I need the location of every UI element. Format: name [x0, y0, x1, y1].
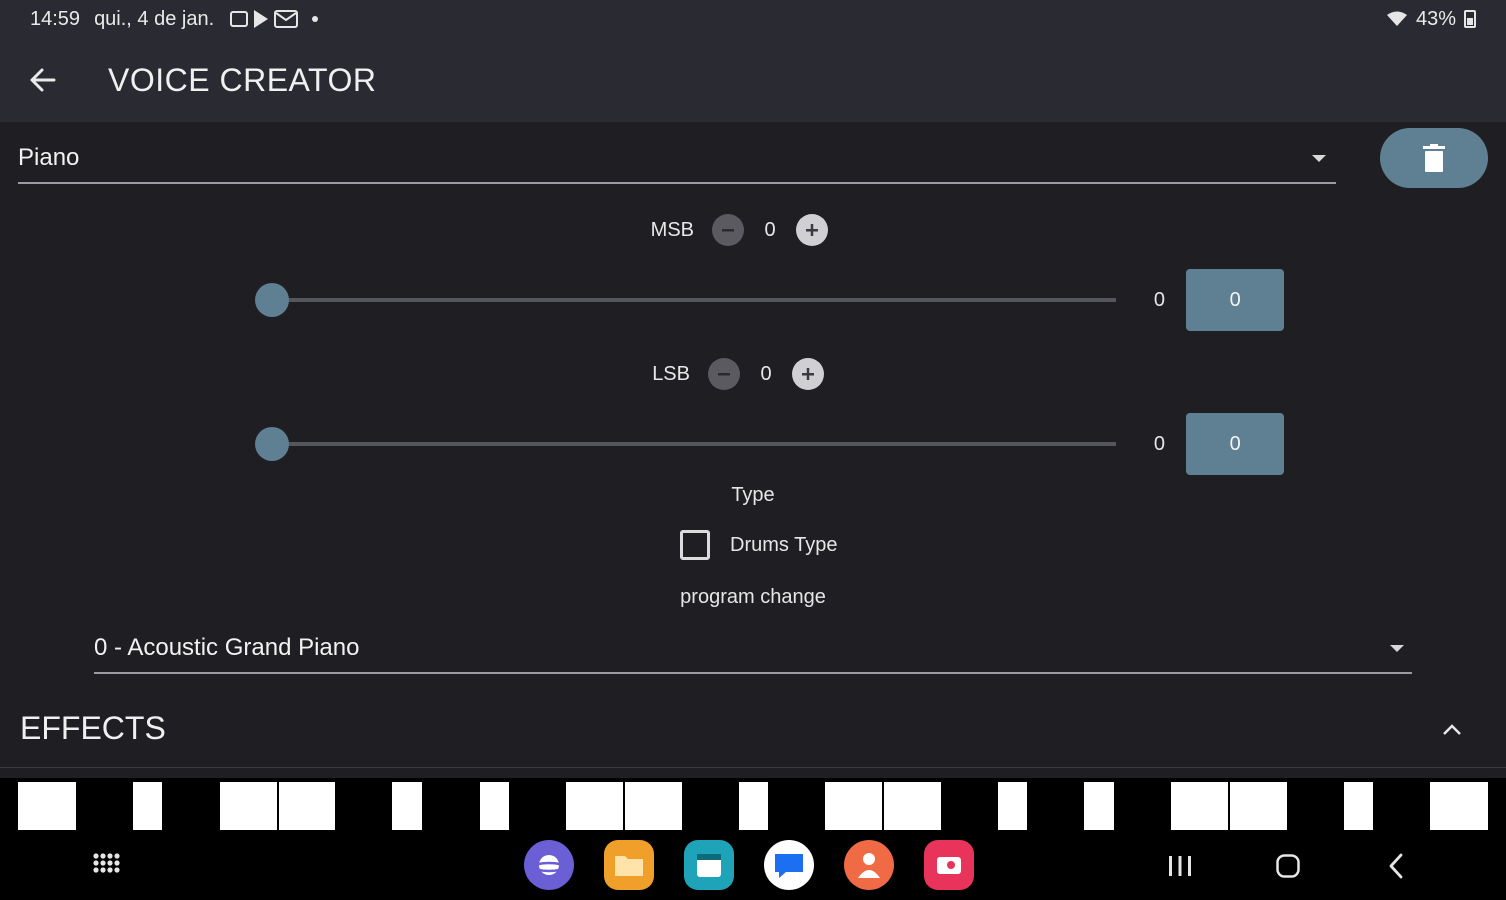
program-select-value: 0 - Acoustic Grand Piano [94, 634, 360, 661]
program-change-label: program change [680, 586, 826, 608]
app-drawer-button[interactable] [86, 846, 126, 886]
msb-value: 0 [764, 218, 776, 241]
play-notification-icon [254, 10, 269, 28]
piano-key[interactable] [739, 782, 768, 830]
internet-app-icon[interactable] [524, 840, 574, 890]
plus-icon [802, 368, 814, 380]
voice-select-value: Piano [18, 144, 80, 171]
trash-icon [1423, 144, 1445, 172]
recents-icon [1169, 856, 1191, 876]
battery-icon [1464, 10, 1476, 28]
grid-icon [93, 853, 120, 873]
chevron-down-icon [1312, 154, 1326, 162]
home-icon [1276, 854, 1300, 878]
piano-key[interactable] [392, 782, 422, 830]
piano-key[interactable] [279, 782, 335, 830]
effects-title: EFFECTS [20, 710, 166, 746]
battery-percent: 43% [1415, 7, 1456, 30]
minus-icon [722, 229, 734, 232]
type-label: Type [731, 484, 775, 506]
screen-recorder-app-icon[interactable] [924, 840, 974, 890]
lsb-input[interactable]: 0 [1186, 413, 1284, 475]
lsb-slider-value: 0 [1153, 432, 1165, 455]
plus-icon [806, 224, 818, 236]
lsb-slider[interactable] [255, 427, 1117, 461]
chevron-up-icon [1443, 723, 1461, 735]
drums-type-checkbox-row[interactable]: Drums Type [680, 530, 837, 560]
mail-notification-icon [274, 10, 299, 28]
piano-key[interactable] [625, 782, 682, 830]
lsb-slider-thumb[interactable] [255, 427, 289, 461]
drums-type-label: Drums Type [730, 533, 838, 556]
folder-icon [615, 856, 643, 876]
program-select[interactable]: 0 - Acoustic Grand Piano [94, 624, 1412, 674]
planet-icon [533, 855, 565, 875]
msb-label: MSB [650, 218, 694, 241]
status-bar: 14:59 qui., 4 de jan. 43% [0, 0, 1506, 38]
voice-select[interactable]: Piano [18, 134, 1336, 184]
page-title: VOICE CREATOR [108, 61, 377, 98]
image-notification-icon [230, 11, 249, 27]
home-button[interactable] [1268, 846, 1308, 886]
piano-key[interactable] [825, 782, 882, 830]
messages-app-icon[interactable] [764, 840, 814, 890]
files-app-icon[interactable] [604, 840, 654, 890]
piano-keyboard[interactable] [0, 778, 1506, 832]
lsb-decrement-button[interactable] [708, 358, 740, 390]
lsb-slider-row: 0 0 [254, 413, 1284, 475]
wifi-icon [1386, 11, 1408, 27]
msb-slider-row: 0 0 [254, 269, 1284, 331]
piano-key[interactable] [566, 782, 623, 830]
nav-back-button[interactable] [1376, 846, 1416, 886]
piano-key[interactable] [998, 782, 1027, 830]
piano-key[interactable] [1171, 782, 1228, 830]
piano-key[interactable] [133, 782, 162, 830]
contacts-app-icon[interactable] [844, 840, 894, 890]
status-right: 43% [1386, 8, 1476, 31]
piano-key[interactable] [18, 782, 76, 830]
app-bar: VOICE CREATOR [0, 38, 1506, 122]
msb-increment-button[interactable] [796, 214, 828, 246]
piano-key[interactable] [480, 782, 509, 830]
msb-slider-thumb[interactable] [255, 283, 289, 317]
more-notifications-dot-icon [312, 16, 319, 22]
calendar-icon [697, 854, 721, 877]
person-icon [858, 853, 880, 878]
delete-voice-button[interactable] [1380, 128, 1488, 188]
status-date: qui., 4 de jan. [94, 7, 215, 30]
piano-key[interactable] [1344, 782, 1373, 830]
arrow-left-icon [30, 68, 56, 92]
screen: 14:59 qui., 4 de jan. 43% VOICE CREATOR … [0, 0, 1506, 900]
minus-icon [718, 373, 730, 376]
msb-slider[interactable] [255, 283, 1117, 317]
chat-bubble-icon [775, 854, 803, 878]
drums-type-checkbox[interactable] [680, 530, 710, 560]
msb-decrement-button[interactable] [712, 214, 744, 246]
navigation-bar [0, 832, 1506, 900]
notification-icons [230, 10, 319, 28]
calendar-app-icon[interactable] [684, 840, 734, 890]
lsb-stepper: LSB 0 [630, 358, 824, 390]
status-time: 14:59 [30, 7, 81, 30]
lsb-label: LSB [652, 362, 690, 385]
camera-icon [937, 857, 961, 874]
msb-input[interactable]: 0 [1186, 269, 1284, 331]
effects-section-header[interactable]: EFFECTS [0, 690, 1506, 768]
msb-stepper: MSB 0 [634, 214, 828, 246]
recent-apps-button[interactable] [1160, 846, 1200, 886]
piano-key[interactable] [1230, 782, 1287, 830]
piano-key[interactable] [1430, 782, 1488, 830]
piano-key[interactable] [220, 782, 277, 830]
chevron-down-icon [1390, 644, 1404, 652]
back-button[interactable] [0, 38, 84, 122]
lsb-value: 0 [760, 362, 772, 385]
lsb-increment-button[interactable] [792, 358, 824, 390]
chevron-left-icon [1389, 853, 1403, 879]
msb-slider-value: 0 [1153, 288, 1165, 311]
piano-key[interactable] [1084, 782, 1114, 830]
piano-key[interactable] [884, 782, 941, 830]
